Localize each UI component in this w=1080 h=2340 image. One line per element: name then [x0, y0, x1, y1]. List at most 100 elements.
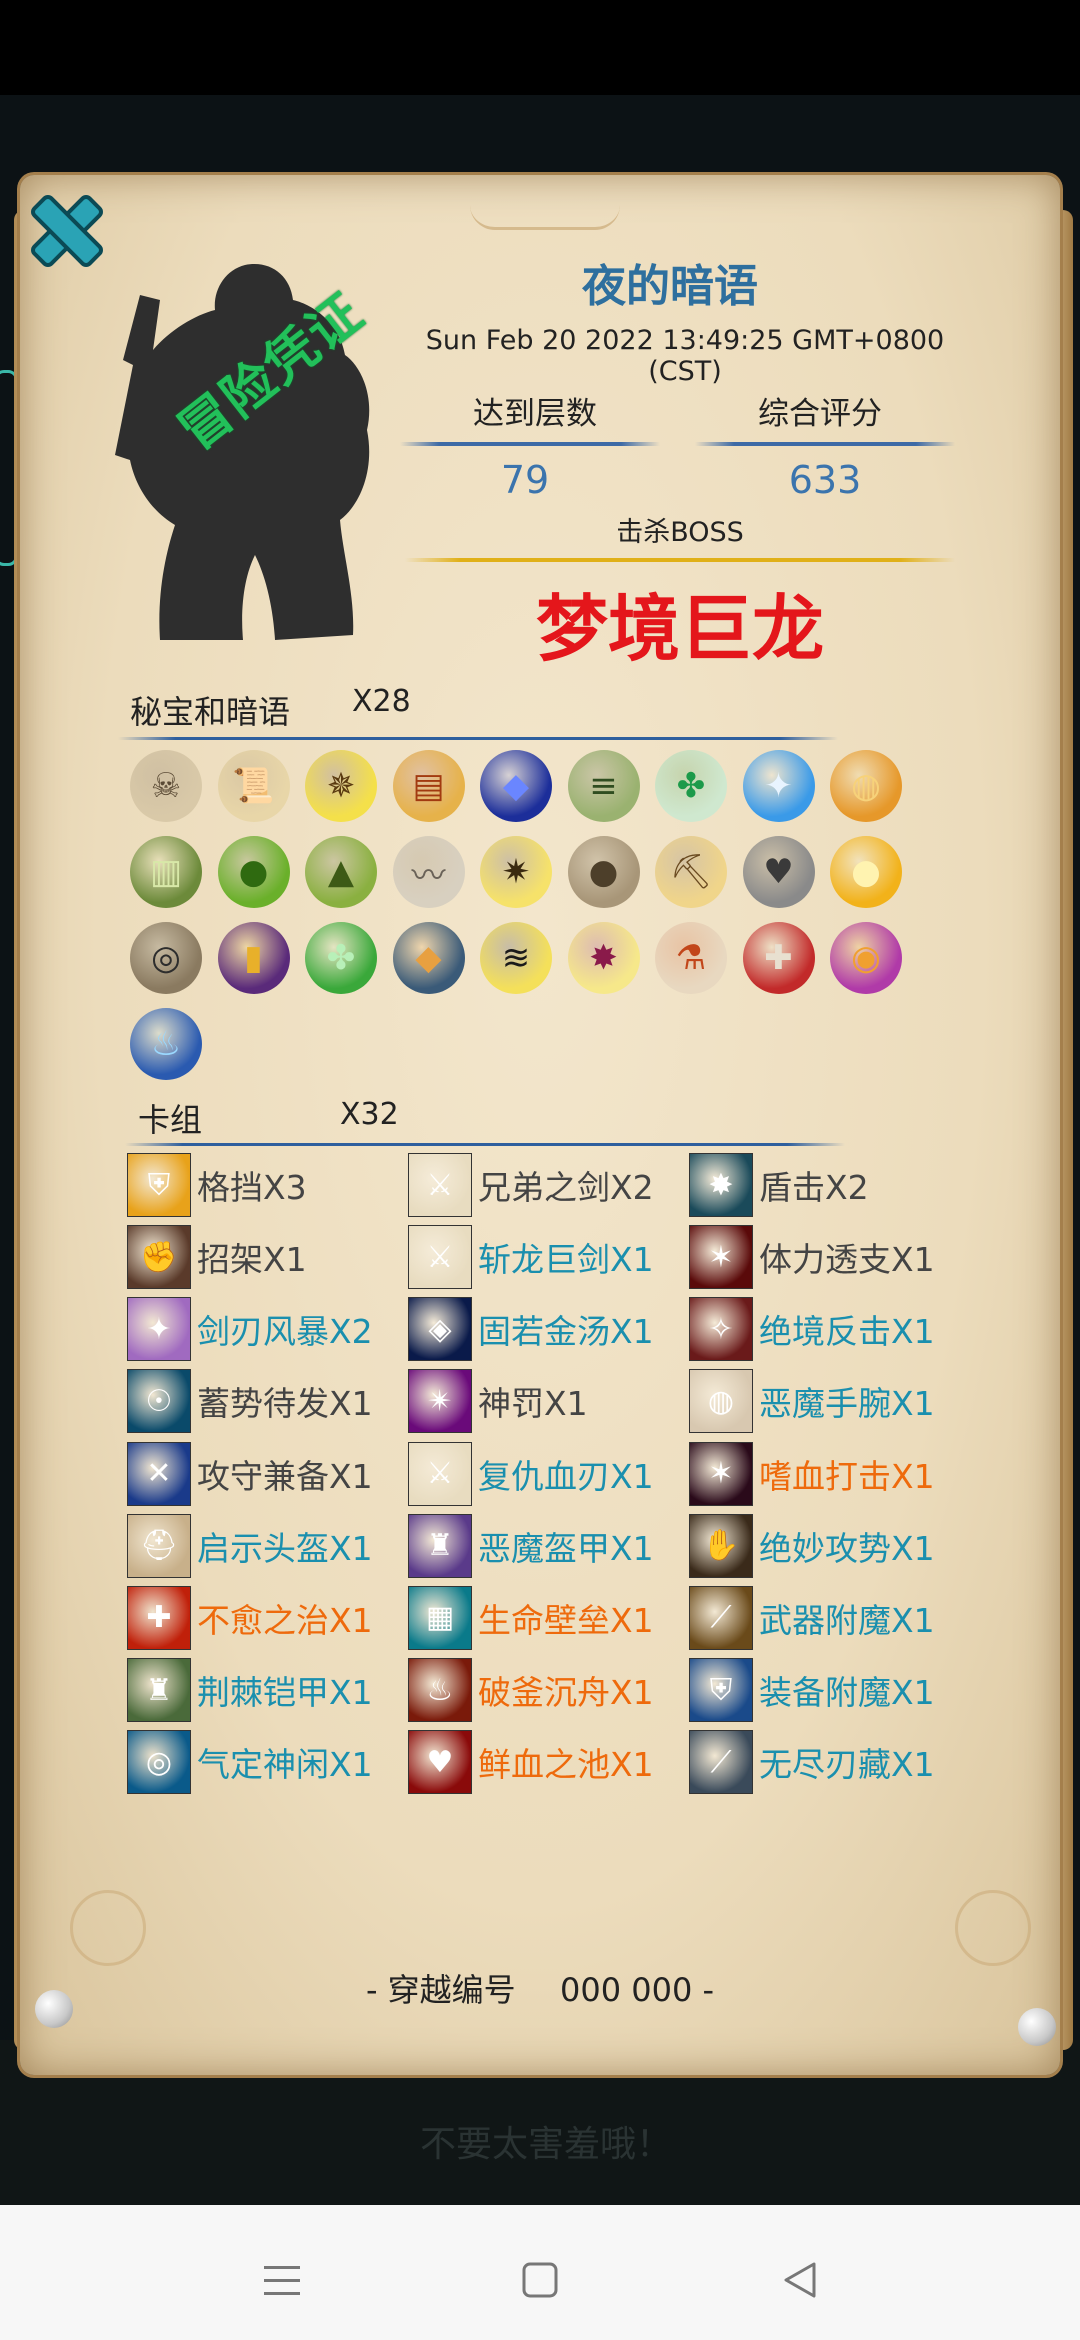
deck-card[interactable]: ♜ 恶魔盔甲X1 — [408, 1513, 688, 1578]
treasure-map-icon[interactable]: ▤ — [392, 750, 465, 822]
bat-wings-icon[interactable]: 〰 — [392, 836, 465, 908]
treasures-count: X28 — [352, 684, 411, 719]
stocking-icon[interactable]: ✚ — [742, 922, 815, 994]
deck-count: X32 — [340, 1097, 399, 1132]
deck-card[interactable]: ☉ 蓄势待发X1 — [127, 1369, 407, 1434]
deck-card[interactable]: ✚ 不愈之治X1 — [127, 1585, 407, 1650]
deck-card[interactable]: ⟋ 无尽刃藏X1 — [689, 1730, 969, 1795]
close-button[interactable] — [22, 186, 112, 276]
scroll-icon[interactable]: 📜 — [217, 750, 290, 822]
nav-back-button[interactable] — [770, 2250, 830, 2310]
navigation-bar — [0, 2205, 1080, 2340]
deck-card[interactable]: ▦ 生命壁垒X1 — [408, 1585, 688, 1650]
stone-heart-icon[interactable]: ♥ — [742, 836, 815, 908]
life-wall-icon-glyph: ▦ — [425, 1600, 455, 1636]
corner-ornament-left — [70, 1890, 146, 1966]
deck-card[interactable]: ✕ 攻守兼备X1 — [127, 1441, 407, 1506]
golden-orb-icon[interactable]: ● — [830, 836, 902, 908]
demon-wrist-icon-glyph: ◍ — [707, 1383, 735, 1419]
pickaxe-card-icon[interactable]: ⛏ — [655, 836, 727, 908]
yellow-rune3-icon[interactable]: ✸ — [567, 922, 640, 994]
yellow-swirl-icon-glyph: ≋ — [501, 938, 531, 978]
deck-card[interactable]: ⛨ 装备附魔X1 — [689, 1658, 969, 1723]
bread-icon[interactable]: ◍ — [830, 750, 902, 822]
yellow-rune-icon[interactable]: ✵ — [305, 750, 377, 822]
blue-cloth-icon[interactable]: ◆ — [480, 750, 552, 822]
yellow-swirl-icon[interactable]: ≋ — [480, 922, 552, 994]
deck-title: 卡组 — [138, 1101, 203, 1139]
calm-icon-glyph: ◎ — [145, 1744, 173, 1780]
skull-icon[interactable]: ☠ — [130, 750, 202, 822]
green-rune-icon-glyph: ✤ — [676, 766, 706, 806]
zongzi-icon[interactable]: ▲ — [305, 836, 377, 908]
blue-rune-icon[interactable]: ✦ — [742, 750, 815, 822]
deck-card[interactable]: ⚔ 斩龙巨剑X1 — [408, 1225, 688, 1290]
deck-card[interactable]: ♥ 鲜血之池X1 — [408, 1730, 688, 1795]
balance-icon: ✕ — [127, 1441, 191, 1506]
nav-menu-button[interactable] — [252, 2250, 312, 2310]
deck-card[interactable]: ◎ 气定神闲X1 — [127, 1730, 407, 1795]
clover-icon-glyph: ✤ — [326, 938, 356, 978]
bat-wings-icon-glyph: 〰 — [411, 855, 446, 896]
deck-card[interactable]: ✸ 盾击X2 — [689, 1153, 969, 1217]
deck-card[interactable]: ⚔ 复仇血刃X1 — [408, 1441, 688, 1506]
deck-card[interactable]: ✊ 招架X1 — [127, 1225, 407, 1290]
charge-up-icon: ☉ — [127, 1369, 191, 1434]
wound-icon: ✚ — [127, 1585, 191, 1650]
deck-card[interactable]: ✴ 神罚X1 — [408, 1369, 688, 1434]
yellow-rune3-icon-glyph: ✸ — [589, 938, 618, 978]
blue-flame-icon[interactable]: ♨ — [130, 1008, 202, 1080]
deck-card-label: 荆棘铠甲X1 — [197, 1673, 373, 1713]
deck-card[interactable]: ♨ 破釜沉舟X1 — [408, 1658, 688, 1723]
treasures-title: 秘宝和暗语 — [130, 693, 291, 731]
stone-tablet-icon[interactable]: ◆ — [392, 922, 465, 994]
deck-card[interactable]: ⚔ 兄弟之剑X2 — [408, 1153, 688, 1217]
purple-barrel-icon[interactable]: ▮ — [217, 922, 290, 994]
deck-card[interactable]: ♜ 荆棘铠甲X1 — [127, 1658, 407, 1723]
dragon-sword-icon-glyph: ⚔ — [426, 1239, 454, 1275]
palm-icon-glyph: ✋ — [702, 1528, 740, 1564]
bladestorm-icon-glyph: ✦ — [146, 1311, 172, 1347]
deck-card-label: 兄弟之剑X2 — [478, 1168, 654, 1207]
demon-armor-icon-glyph: ♜ — [426, 1528, 454, 1564]
green-beans-icon[interactable]: ● — [217, 836, 290, 908]
top-ornament — [470, 205, 620, 230]
potion-tube-icon[interactable]: ⚗ — [655, 922, 727, 994]
divine-punish-icon-glyph: ✴ — [427, 1383, 453, 1419]
shield-icon-glyph: ⛨ — [147, 1167, 171, 1203]
clover-icon[interactable]: ✤ — [305, 922, 377, 994]
sack-icon[interactable]: ● — [567, 836, 640, 908]
green-book-icon[interactable]: ▥ — [130, 836, 202, 908]
deck-card[interactable]: ✦ 剑刃风暴X2 — [127, 1297, 407, 1362]
goggles-icon[interactable]: ◎ — [130, 922, 202, 994]
balance-icon-glyph: ✕ — [146, 1456, 172, 1492]
purple-swirl-icon[interactable]: ◉ — [830, 922, 902, 994]
serial-value: 000 000 - — [560, 1971, 715, 2009]
deck-card[interactable]: ◍ 恶魔手腕X1 — [689, 1369, 969, 1434]
bloodthirst-icon-glyph: ✶ — [708, 1456, 734, 1492]
green-rune-icon[interactable]: ✤ — [655, 750, 727, 822]
deck-card[interactable]: ⛑ 启示头盔X1 — [127, 1513, 407, 1578]
green-scroll-icon[interactable]: ≡ — [567, 750, 640, 822]
nav-home-button[interactable] — [510, 2250, 570, 2310]
golden-orb-icon-glyph: ● — [851, 852, 881, 892]
bladestorm-icon: ✦ — [127, 1297, 191, 1362]
shield-bash-icon-glyph: ✸ — [708, 1167, 734, 1203]
deck-card[interactable]: ✋ 绝妙攻势X1 — [689, 1513, 969, 1578]
deck-divider — [125, 1143, 845, 1146]
helmet-icon: ⛑ — [127, 1513, 191, 1578]
deck-card[interactable]: ✶ 嗜血打击X1 — [689, 1441, 969, 1506]
pin-right — [1018, 2008, 1056, 2046]
green-beans-icon-glyph: ● — [238, 852, 269, 892]
burn-boats-icon: ♨ — [408, 1658, 472, 1723]
deck-card[interactable]: ✶ 体力透支X1 — [689, 1225, 969, 1290]
deck-card-label: 武器附魔X1 — [759, 1600, 935, 1640]
yellow-rune2-icon-glyph: ✷ — [501, 852, 531, 892]
deck-card-label: 蓄势待发X1 — [197, 1384, 373, 1424]
yellow-rune2-icon[interactable]: ✷ — [480, 836, 552, 908]
deck-card[interactable]: ◈ 固若金汤X1 — [408, 1297, 688, 1362]
deck-card[interactable]: ✧ 绝境反击X1 — [689, 1297, 969, 1362]
deck-card[interactable]: ⟋ 武器附魔X1 — [689, 1585, 969, 1650]
blue-rune-icon-glyph: ✦ — [764, 766, 793, 806]
deck-card[interactable]: ⛨ 格挡X3 — [127, 1153, 407, 1217]
